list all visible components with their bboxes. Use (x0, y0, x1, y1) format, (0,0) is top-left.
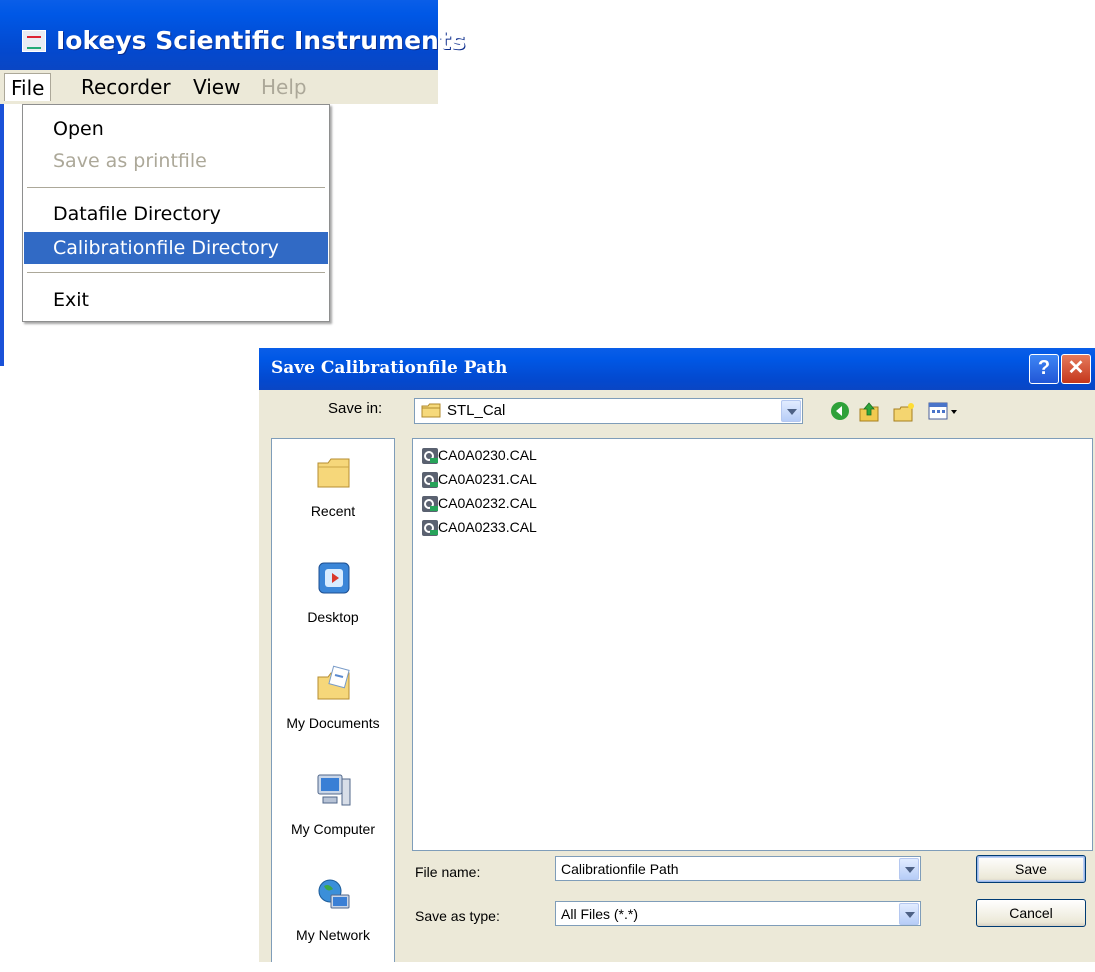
recent-folder-icon (317, 458, 350, 488)
place-my-documents[interactable]: My Documents (272, 655, 394, 760)
place-label: My Computer (290, 821, 376, 837)
menu-view[interactable]: View (187, 73, 246, 101)
dialog-title: Save Calibrationfile Path (271, 358, 508, 378)
place-label: My Network (296, 927, 370, 943)
save-as-type-label: Save as type: (415, 908, 500, 924)
place-label: Recent (310, 503, 356, 519)
menu-bar: File Recorder View Help (0, 70, 438, 104)
menu-item-open[interactable]: Open (24, 113, 328, 145)
menu-separator (27, 187, 325, 188)
close-button[interactable]: ✕ (1061, 354, 1091, 384)
place-my-computer[interactable]: My Computer (272, 761, 394, 866)
file-name: CA0A0231.CAL (438, 471, 537, 487)
save-button[interactable]: Save (976, 855, 1086, 883)
help-button[interactable]: ? (1029, 354, 1059, 384)
cal-file-icon (422, 520, 438, 536)
my-network-icon (318, 879, 350, 909)
file-name: CA0A0233.CAL (438, 519, 537, 535)
views-menu-icon[interactable] (926, 400, 962, 422)
place-label: Desktop (307, 609, 359, 625)
cal-file-icon (422, 496, 438, 512)
file-name-label: File name: (415, 864, 481, 880)
my-documents-icon (317, 665, 350, 700)
cancel-button[interactable]: Cancel (976, 899, 1086, 927)
dialog-title-bar[interactable]: Save Calibrationfile Path ? ✕ (259, 348, 1095, 390)
cal-file-icon (422, 472, 438, 488)
save-as-type-dropdown[interactable]: All Files (*.*) (555, 901, 921, 926)
chevron-down-icon[interactable] (899, 858, 919, 880)
chevron-down-icon[interactable] (899, 903, 919, 925)
menu-item-datafile-directory[interactable]: Datafile Directory (24, 198, 328, 230)
save-in-label: Save in: (328, 400, 383, 417)
place-recent[interactable]: Recent (272, 443, 394, 548)
app-title-bar[interactable]: Iokeys Scientific Instruments (0, 0, 466, 70)
cal-file-icon (422, 448, 438, 464)
save-in-dropdown[interactable]: STL_Cal (414, 398, 803, 424)
places-bar: Recent Desktop My Documents My Computer … (271, 438, 395, 962)
menu-help[interactable]: Help (255, 73, 313, 101)
app-title: Iokeys Scientific Instruments (56, 26, 466, 55)
place-my-network[interactable]: My Network (272, 867, 394, 972)
file-name-input[interactable]: Calibrationfile Path (555, 856, 921, 881)
save-in-value: STL_Cal (447, 402, 506, 419)
place-label: My Documents (286, 715, 380, 731)
back-icon[interactable] (829, 400, 851, 422)
menu-file[interactable]: File (4, 73, 52, 101)
save-calibrationfile-dialog: Save Calibrationfile Path ? ✕ Save in: S… (259, 348, 1095, 962)
chevron-down-icon[interactable] (781, 400, 801, 422)
place-desktop[interactable]: Desktop (272, 549, 394, 654)
save-as-type-value: All Files (*.*) (561, 906, 639, 922)
file-list[interactable]: CA0A0230.CAL CA0A0231.CAL CA0A0232.CAL C… (412, 438, 1093, 851)
file-menu-dropdown: Open Save as printfile Datafile Director… (22, 104, 330, 322)
menu-item-save-as-printfile[interactable]: Save as printfile (24, 145, 328, 177)
up-folder-icon[interactable] (857, 400, 881, 424)
new-folder-icon[interactable] (892, 400, 916, 424)
menu-item-calibrationfile-directory[interactable]: Calibrationfile Directory (24, 232, 328, 264)
my-computer-icon (317, 774, 351, 806)
file-name: CA0A0232.CAL (438, 495, 537, 511)
app-icon (22, 30, 46, 52)
file-name: CA0A0230.CAL (438, 447, 537, 463)
app-window-border (0, 104, 4, 366)
menu-recorder[interactable]: Recorder (75, 73, 177, 101)
file-name-value: Calibrationfile Path (561, 861, 679, 877)
desktop-icon (318, 562, 350, 594)
menu-item-exit[interactable]: Exit (24, 284, 328, 316)
folder-icon (421, 403, 441, 418)
menu-separator (27, 272, 325, 273)
